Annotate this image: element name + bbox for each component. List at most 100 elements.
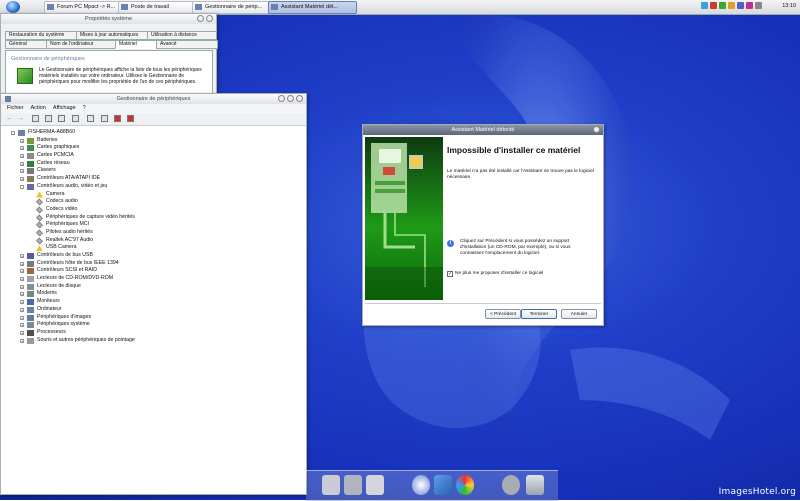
uninstall-device-icon[interactable] <box>127 115 134 122</box>
scsi-icon <box>27 268 34 275</box>
security-tray-icon[interactable] <box>710 2 717 9</box>
system-properties-titlebar[interactable]: Propriétés système <box>1 14 216 24</box>
expand-icon[interactable]: + <box>20 254 24 259</box>
expand-icon[interactable]: + <box>20 138 24 143</box>
expand-icon[interactable]: + <box>20 169 24 174</box>
audio-icon <box>27 183 34 190</box>
expand-icon[interactable]: + <box>20 261 24 266</box>
tree-node-label: Contrôleurs de bus USB <box>37 252 93 258</box>
expand-icon[interactable]: + <box>20 154 24 159</box>
device-manager-window: Gestionnaire de périphériques Fichier Ac… <box>0 93 307 495</box>
dock-item-media-icon[interactable] <box>412 475 430 495</box>
tab-general[interactable]: Général <box>5 40 47 49</box>
collapse-icon[interactable]: - <box>11 131 15 136</box>
dock-item-trash-icon[interactable] <box>526 475 544 495</box>
dock-item-tools-icon[interactable] <box>344 475 362 495</box>
dock <box>306 470 558 501</box>
menu-help[interactable]: ? <box>83 104 86 113</box>
expand-icon[interactable]: + <box>20 323 24 328</box>
expand-icon[interactable]: + <box>20 307 24 312</box>
codec-icon <box>36 214 43 222</box>
codec-icon <box>36 198 43 206</box>
system-icon <box>27 322 34 329</box>
tree-node-label: Cartes PCMCIA <box>37 152 74 159</box>
wizard-titlebar[interactable]: Assistant Matériel détecté <box>363 125 603 135</box>
back-arrow-icon[interactable]: ← <box>6 115 13 122</box>
device-manager-description: Le Gestionnaire de périphériques affiche… <box>39 67 202 85</box>
update-tray-icon[interactable] <box>728 2 735 9</box>
battery-icon <box>27 137 34 144</box>
expand-icon[interactable]: + <box>20 146 24 151</box>
computer-icon <box>18 130 25 136</box>
tree-node-label: Ordinateur <box>37 305 62 312</box>
dock-item-browser-icon[interactable] <box>456 475 474 495</box>
tab-remote[interactable]: Utilisation à distance <box>147 31 217 40</box>
update-driver-icon[interactable] <box>101 115 108 122</box>
info-icon: i <box>447 240 454 247</box>
volume-tray-icon[interactable] <box>755 2 762 9</box>
properties-icon[interactable] <box>32 115 39 122</box>
dock-item-settings-icon[interactable] <box>502 475 520 495</box>
menu-view[interactable]: Affichage <box>53 104 76 113</box>
codec-icon <box>36 237 43 245</box>
expand-icon[interactable]: + <box>20 330 24 335</box>
back-button[interactable]: < Précédent <box>485 309 521 319</box>
network-icon <box>27 160 34 167</box>
device-manager-titlebar[interactable]: Gestionnaire de périphériques <box>1 94 306 104</box>
system-properties-window: Propriétés système Restauration du systè… <box>0 13 218 96</box>
network-tray-icon[interactable] <box>701 2 708 9</box>
forward-arrow-icon[interactable]: → <box>17 115 24 122</box>
pcmcia-icon <box>27 153 34 160</box>
tree-node-label: Pilotes audio hérités <box>46 228 93 235</box>
antivirus-tray-icon[interactable] <box>719 2 726 9</box>
dock-item-documents-icon[interactable] <box>322 475 340 495</box>
close-icon[interactable] <box>593 126 600 133</box>
warning-icon <box>36 245 43 252</box>
tree-node-label: Processeurs <box>37 328 66 335</box>
dont-prompt-checkbox[interactable]: ✓ <box>447 271 453 277</box>
expand-icon[interactable]: + <box>20 338 24 343</box>
clock[interactable]: 13:10 <box>782 1 796 12</box>
collapse-icon[interactable]: - <box>20 184 24 189</box>
tab-computer-name[interactable]: Nom de l'ordinateur <box>46 40 116 49</box>
computer-icon <box>121 4 128 10</box>
usb-icon <box>27 253 34 259</box>
scan-hardware-icon[interactable] <box>87 115 94 122</box>
disable-device-icon[interactable] <box>114 115 121 122</box>
cdrom-icon <box>27 276 34 283</box>
cancel-button[interactable]: Annuler <box>561 309 597 319</box>
tree-node-label: FISHERMA-A88B60 <box>28 129 75 135</box>
tree-node-label: USB Camera <box>46 244 77 251</box>
help-icon[interactable] <box>197 15 204 22</box>
start-button[interactable] <box>6 1 20 13</box>
bluetooth-tray-icon[interactable] <box>737 2 744 9</box>
menu-action[interactable]: Action <box>31 104 46 113</box>
monitor-icon <box>27 299 34 306</box>
app-tray-icon[interactable] <box>746 2 753 9</box>
close-icon[interactable] <box>206 15 213 22</box>
tab-advanced[interactable]: Avancé <box>156 40 218 49</box>
help-icon[interactable] <box>72 115 79 122</box>
taskbar-button-hardware-wizard[interactable]: Assistant Matériel dét... <box>268 1 357 14</box>
expand-icon[interactable]: + <box>20 284 24 289</box>
dock-item-photos-icon[interactable] <box>434 475 452 495</box>
finish-button[interactable]: Terminer <box>521 309 557 319</box>
minimize-icon[interactable] <box>278 95 285 102</box>
expand-icon[interactable]: + <box>20 277 24 282</box>
menu-file[interactable]: Fichier <box>7 104 24 113</box>
expand-icon[interactable]: + <box>20 315 24 320</box>
expand-icon[interactable]: + <box>20 292 24 297</box>
expand-icon[interactable]: + <box>20 269 24 274</box>
maximize-icon[interactable] <box>287 95 294 102</box>
print-icon[interactable] <box>58 115 65 122</box>
tab-hardware[interactable]: Matériel <box>115 40 157 49</box>
dont-prompt-label[interactable]: Ne plus me proposer d'installer ce logic… <box>455 271 543 276</box>
expand-icon[interactable]: + <box>20 177 24 182</box>
tree-view-icon[interactable] <box>45 115 52 122</box>
close-icon[interactable] <box>296 95 303 102</box>
dock-item-files-icon[interactable] <box>366 475 384 495</box>
tab-system-restore[interactable]: Restauration du système <box>5 31 77 40</box>
expand-icon[interactable]: + <box>20 300 24 305</box>
tab-automatic-updates[interactable]: Mises à jour automatiques <box>76 31 148 40</box>
expand-icon[interactable]: + <box>20 161 24 166</box>
